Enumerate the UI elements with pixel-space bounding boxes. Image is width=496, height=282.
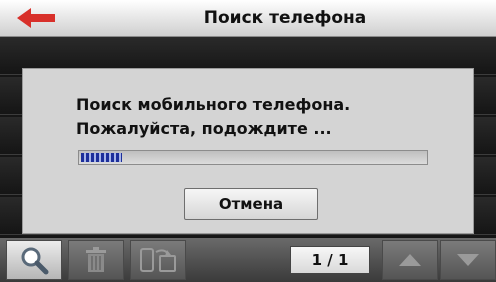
search-dialog: Поиск мобильного телефона. Пожалуйста, п… bbox=[22, 68, 474, 234]
back-arrow-icon bbox=[17, 8, 55, 28]
search-button[interactable] bbox=[6, 240, 62, 280]
delete-button[interactable] bbox=[68, 240, 124, 280]
page-title: Поиск телефона bbox=[203, 8, 367, 28]
arrow-up-icon bbox=[399, 254, 421, 266]
page-counter: 1 / 1 bbox=[290, 246, 370, 274]
cancel-button[interactable]: Отмена bbox=[184, 188, 318, 220]
scroll-up-button[interactable] bbox=[382, 240, 438, 280]
back-button[interactable] bbox=[0, 0, 74, 36]
sync-phone-button[interactable] bbox=[130, 240, 186, 280]
scroll-down-button[interactable] bbox=[440, 240, 496, 280]
phone-sync-icon bbox=[140, 248, 176, 272]
trash-icon bbox=[86, 247, 106, 272]
search-progress-bar bbox=[78, 150, 428, 165]
progress-fill bbox=[81, 153, 122, 162]
search-icon bbox=[21, 247, 49, 275]
title-bar: Поиск телефона bbox=[0, 0, 496, 37]
arrow-down-icon bbox=[457, 254, 479, 266]
dialog-message-line2: Пожалуйста, подождите ... bbox=[76, 119, 332, 138]
dialog-message-line1: Поиск мобильного телефона. bbox=[76, 95, 351, 114]
bottom-toolbar: 1 / 1 bbox=[0, 238, 496, 282]
